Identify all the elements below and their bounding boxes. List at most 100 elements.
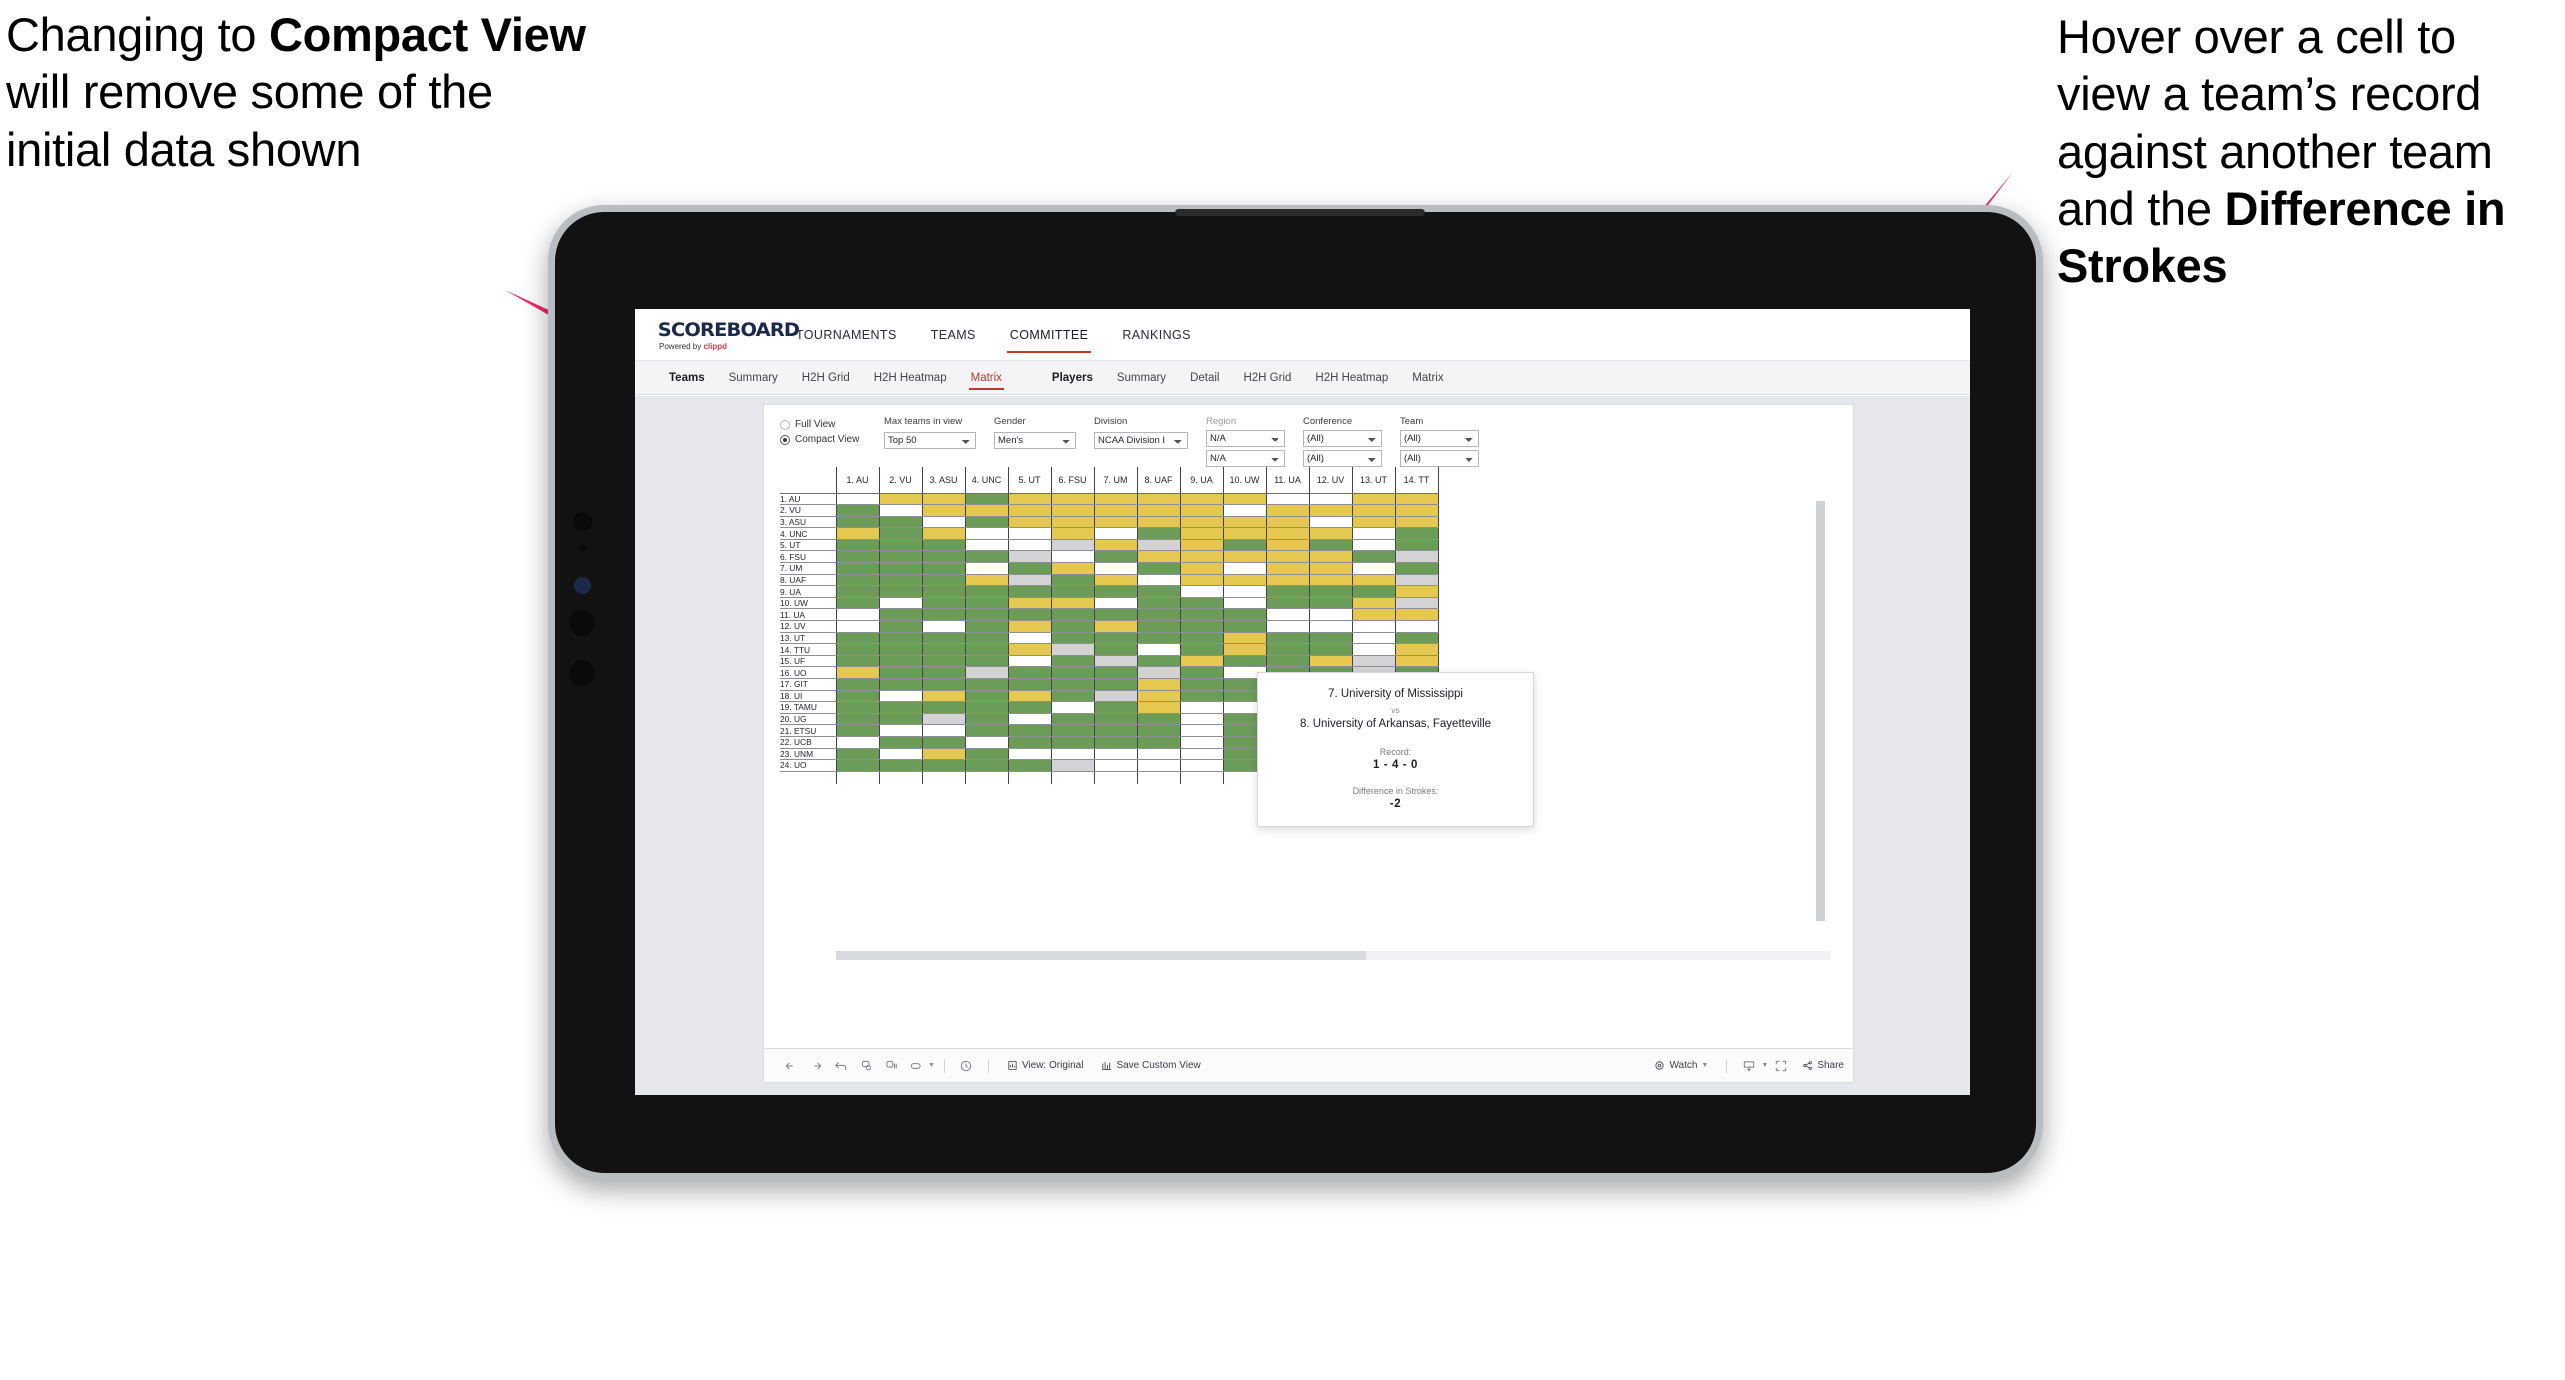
matrix-cell[interactable]: [878, 550, 923, 564]
matrix-cell[interactable]: [1007, 666, 1052, 679]
matrix-cell[interactable]: [1265, 493, 1310, 506]
matrix-cell[interactable]: [1222, 620, 1267, 633]
matrix-cell[interactable]: [1351, 597, 1396, 610]
region-select-1[interactable]: N/A: [1206, 430, 1285, 447]
matrix-cell[interactable]: [1136, 562, 1181, 575]
matrix-cell[interactable]: [964, 516, 1009, 529]
matrix-cell[interactable]: [921, 527, 966, 540]
matrix-cell[interactable]: [1093, 748, 1138, 761]
matrix-cell[interactable]: [878, 736, 923, 749]
matrix-cell[interactable]: [1222, 493, 1267, 506]
matrix-cell[interactable]: [1136, 724, 1181, 737]
matrix-cell[interactable]: [1093, 736, 1138, 749]
matrix-cell[interactable]: [1265, 516, 1310, 529]
matrix-cell[interactable]: [1179, 632, 1224, 645]
matrix-cell[interactable]: [1351, 516, 1396, 529]
matrix-cell[interactable]: [1007, 550, 1052, 564]
matrix-cell[interactable]: [835, 597, 880, 610]
matrix-cell[interactable]: [1093, 574, 1138, 587]
matrix-cell[interactable]: [1093, 632, 1138, 645]
conference-select-1[interactable]: (All): [1303, 430, 1382, 447]
matrix-cell[interactable]: [1007, 736, 1052, 749]
matrix-cell[interactable]: [1265, 504, 1310, 517]
matrix-cell[interactable]: [964, 678, 1009, 691]
matrix-cell[interactable]: [1222, 574, 1267, 587]
matrix-cell[interactable]: [1136, 608, 1181, 622]
matrix-cell[interactable]: [1050, 562, 1095, 575]
matrix-cell[interactable]: [1394, 643, 1439, 656]
matrix-cell[interactable]: [1265, 655, 1310, 668]
matrix-cell[interactable]: [964, 690, 1009, 703]
matrix-cell[interactable]: [1179, 620, 1224, 633]
matrix-cell[interactable]: [835, 562, 880, 575]
matrix-cell[interactable]: [1007, 504, 1052, 517]
matrix-cell[interactable]: [1136, 643, 1181, 656]
team-select-1[interactable]: (All): [1400, 430, 1479, 447]
matrix-cell[interactable]: [1050, 550, 1095, 564]
pause-icon[interactable]: [878, 1053, 903, 1078]
matrix-cell[interactable]: [1007, 748, 1052, 761]
fullscreen-icon[interactable]: [1768, 1053, 1793, 1078]
matrix-cell[interactable]: [1136, 736, 1181, 749]
save-custom-view-button[interactable]: Save Custom View: [1092, 1060, 1209, 1071]
matrix-cell[interactable]: [835, 620, 880, 633]
matrix-cell[interactable]: [1265, 562, 1310, 575]
matrix-cell[interactable]: [878, 493, 923, 506]
matrix-cell[interactable]: [1394, 632, 1439, 645]
matrix-cell[interactable]: [1050, 539, 1095, 552]
matrix-cell[interactable]: [835, 678, 880, 691]
matrix-cell[interactable]: [1050, 516, 1095, 529]
matrix-cell[interactable]: [1136, 632, 1181, 645]
matrix-cell[interactable]: [1093, 724, 1138, 737]
matrix-cell[interactable]: [921, 504, 966, 517]
division-select[interactable]: NCAA Division I: [1094, 432, 1188, 449]
matrix-cell[interactable]: [1308, 574, 1353, 587]
matrix-cell[interactable]: [1179, 655, 1224, 668]
matrix-cell[interactable]: [1265, 643, 1310, 656]
matrix-cell[interactable]: [1093, 643, 1138, 656]
matrix-cell[interactable]: [1136, 678, 1181, 691]
matrix-cell[interactable]: [964, 608, 1009, 622]
matrix-cell[interactable]: [1351, 493, 1396, 506]
matrix-cell[interactable]: [1394, 655, 1439, 668]
matrix-cell[interactable]: [1093, 539, 1138, 552]
matrix-cell[interactable]: [835, 643, 880, 656]
matrix-cell[interactable]: [1093, 527, 1138, 540]
matrix-cell[interactable]: [1394, 504, 1439, 517]
subnav-teams-matrix[interactable]: Matrix: [959, 365, 1014, 391]
matrix-cell[interactable]: [1265, 539, 1310, 552]
matrix-cell[interactable]: [1136, 620, 1181, 633]
clock-icon[interactable]: [954, 1053, 979, 1078]
matrix-cell[interactable]: [1179, 597, 1224, 610]
matrix-cell[interactable]: [835, 493, 880, 506]
matrix-cell[interactable]: [878, 666, 923, 679]
matrix-cell[interactable]: [921, 632, 966, 645]
matrix-cell[interactable]: [964, 655, 1009, 668]
matrix-cell[interactable]: [1222, 504, 1267, 517]
subnav-teams-h2h-heatmap[interactable]: H2H Heatmap: [862, 365, 959, 391]
matrix-cell[interactable]: [921, 516, 966, 529]
matrix-cell[interactable]: [1007, 759, 1052, 772]
matrix-cell[interactable]: [921, 597, 966, 610]
matrix-cell[interactable]: [835, 724, 880, 737]
matrix-cell[interactable]: [1007, 539, 1052, 552]
matrix-cell[interactable]: [1093, 701, 1138, 714]
matrix-cell[interactable]: [1136, 748, 1181, 761]
subnav-players-detail[interactable]: Detail: [1178, 365, 1231, 391]
matrix-cell[interactable]: [878, 516, 923, 529]
matrix-cell[interactable]: [1136, 493, 1181, 506]
matrix-cell[interactable]: [964, 504, 1009, 517]
matrix-cell[interactable]: [1394, 562, 1439, 575]
matrix-cell[interactable]: [1136, 516, 1181, 529]
matrix-cell[interactable]: [1050, 724, 1095, 737]
matrix-cell[interactable]: [964, 724, 1009, 737]
matrix-cell[interactable]: [1179, 493, 1224, 506]
matrix-cell[interactable]: [1093, 562, 1138, 575]
matrix-cell[interactable]: [921, 539, 966, 552]
matrix-cell[interactable]: [921, 585, 966, 598]
matrix-cell[interactable]: [835, 759, 880, 772]
download-caret-icon[interactable]: ▼: [1761, 1062, 1768, 1069]
matrix-cell[interactable]: [1179, 516, 1224, 529]
view-original-button[interactable]: View: Original: [998, 1060, 1093, 1071]
matrix-cell[interactable]: [835, 550, 880, 564]
